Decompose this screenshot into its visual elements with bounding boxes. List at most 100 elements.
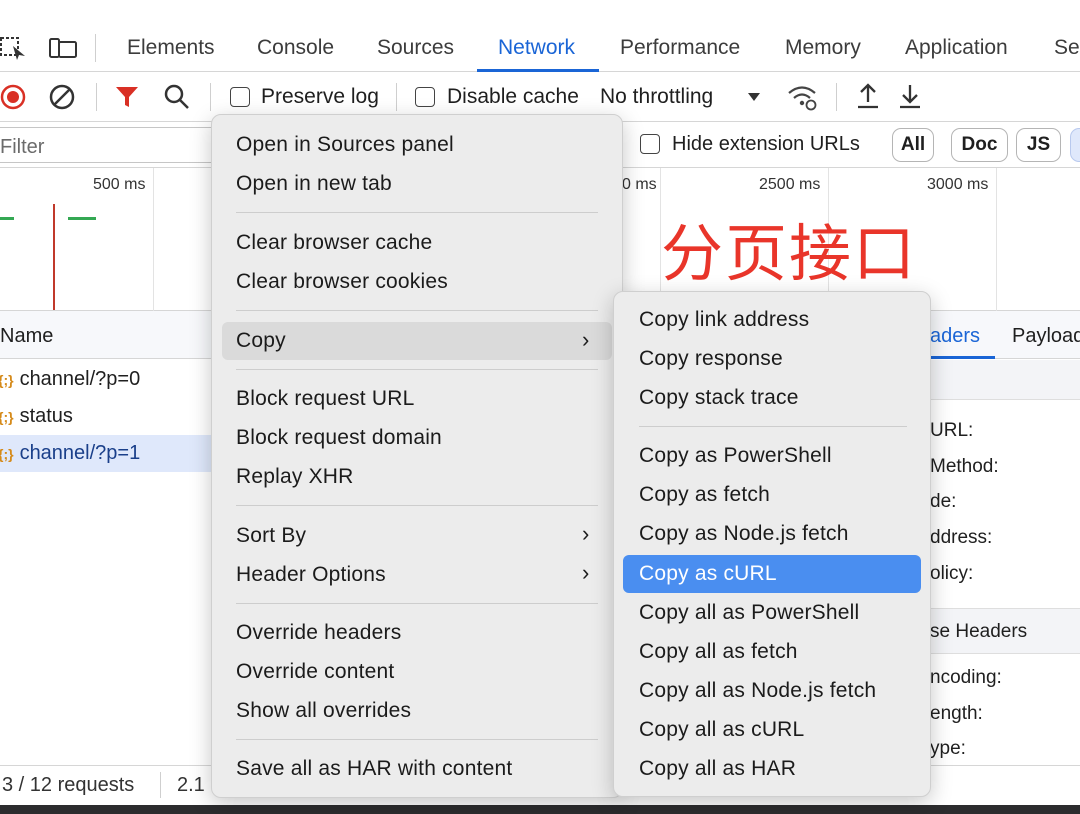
submenu-item-copy-all-har[interactable]: Copy all as HAR [623,751,921,787]
device-toolbar-icon[interactable] [49,36,79,60]
record-icon[interactable] [0,83,28,111]
dropdown-arrow-icon[interactable] [746,90,762,104]
menu-item-open-in-sources[interactable]: Open in Sources panel [222,127,612,163]
header-label: Method: [930,456,999,477]
inspect-element-icon[interactable] [0,36,28,60]
annotation-text: 分页接口 [661,217,918,290]
menu-item-replay-xhr[interactable]: Replay XHR [222,459,612,495]
request-row[interactable]: {;} status [0,398,215,435]
header-label: URL: [930,420,974,441]
menu-item-copy[interactable]: Copy [222,322,612,360]
disable-cache-label: Disable cache [447,85,579,108]
timeline-tick-label: 2500 ms [759,176,821,193]
header-label: ength: [930,703,983,724]
toolbar-divider [96,83,97,111]
header-label: ncoding: [930,667,1002,688]
submenu-item-copy-node-fetch[interactable]: Copy as Node.js fetch [623,516,921,552]
menu-item-override-content[interactable]: Override content [222,654,612,690]
clear-icon[interactable] [48,83,76,111]
tab-application[interactable]: Application [905,24,1008,71]
menu-separator [236,212,598,213]
menu-separator [236,739,598,740]
request-row[interactable]: {;} channel/?p=0 [0,361,215,398]
submenu-item-copy-curl[interactable]: Copy as cURL [623,555,921,593]
menu-item-sort-by[interactable]: Sort By [222,518,612,554]
search-icon[interactable] [163,83,191,111]
chevron-right-icon: › [582,560,590,585]
request-count: 3 / 12 requests [2,774,135,796]
filter-pill-more[interactable] [1070,128,1080,162]
header-label: de: [930,491,957,512]
throttling-select[interactable]: No throttling [600,84,713,110]
disable-cache-checkbox[interactable] [415,87,435,107]
tab-sources[interactable]: Sources [377,24,454,71]
menu-item-clear-cookies[interactable]: Clear browser cookies [222,264,612,300]
submenu-item-copy-link[interactable]: Copy link address [623,302,921,338]
tab-elements[interactable]: Elements [127,24,215,71]
hide-extension-urls-checkbox[interactable] [640,134,660,154]
header-label: ype: [930,738,966,759]
submenu-item-copy-all-fetch[interactable]: Copy all as fetch [623,634,921,670]
menu-item-override-headers[interactable]: Override headers [222,615,612,651]
network-conditions-icon[interactable] [786,82,820,112]
copy-submenu: Copy link address Copy response Copy sta… [613,291,931,797]
tab-performance[interactable]: Performance [620,24,740,71]
preserve-log-checkbox[interactable] [230,87,250,107]
request-name: status [19,405,73,427]
menu-separator [236,603,598,604]
menu-separator [236,369,598,370]
tab-console[interactable]: Console [257,24,334,71]
xhr-icon: {;} [0,372,14,388]
import-har-icon[interactable] [855,82,881,112]
header-label: olicy: [930,563,974,584]
timeline-request-bar [0,217,14,220]
menu-separator [236,505,598,506]
toolbar-divider [210,83,211,111]
status-divider [160,772,161,798]
column-header-name[interactable]: Name [0,325,53,348]
menu-item-open-new-tab[interactable]: Open in new tab [222,166,612,202]
menu-item-block-domain[interactable]: Block request domain [222,420,612,456]
tab-divider [95,34,96,62]
export-har-icon[interactable] [897,82,923,112]
request-row[interactable]: {;} channel/?p=1 [0,435,215,472]
xhr-icon: {;} [0,409,14,425]
timeline-load-marker [53,204,55,310]
timeline-tick-label: 500 ms [93,176,146,193]
details-tab-headers[interactable]: aders [930,325,980,348]
tab-security[interactable]: Se [1054,24,1080,71]
devtools-window: Elements Console Sources Network Perform… [0,0,1080,814]
submenu-item-copy-fetch[interactable]: Copy as fetch [623,477,921,513]
header-label: ddress: [930,527,993,548]
toolbar-divider [396,83,397,111]
submenu-item-copy-stack-trace[interactable]: Copy stack trace [623,380,921,416]
chevron-right-icon: › [582,327,590,352]
menu-item-save-har[interactable]: Save all as HAR with content [222,751,612,787]
timeline-tick-label: 0 ms [622,176,657,193]
filter-icon[interactable] [114,83,140,111]
tab-network[interactable]: Network [498,24,575,71]
general-section-header [930,360,1080,400]
timeline-gridline [996,168,997,311]
submenu-item-copy-response[interactable]: Copy response [623,341,921,377]
submenu-item-copy-powershell[interactable]: Copy as PowerShell [623,438,921,474]
menu-separator [236,310,598,311]
preserve-log-label: Preserve log [261,85,379,108]
filter-pill-all[interactable]: All [892,128,934,162]
filter-pill-doc[interactable]: Doc [951,128,1008,162]
filter-pill-js[interactable]: JS [1016,128,1061,162]
menu-item-block-url[interactable]: Block request URL [222,381,612,417]
filter-placeholder: Filter [0,136,45,158]
response-headers-title: se Headers [930,621,1028,642]
details-tab-payload[interactable]: Payload [1012,325,1080,348]
active-details-tab-indicator [930,356,995,359]
submenu-item-copy-all-powershell[interactable]: Copy all as PowerShell [623,595,921,631]
toolbar-divider [836,83,837,111]
menu-separator [639,426,907,427]
menu-item-show-overrides[interactable]: Show all overrides [222,693,612,729]
submenu-item-copy-all-node-fetch[interactable]: Copy all as Node.js fetch [623,673,921,709]
submenu-item-copy-all-curl[interactable]: Copy all as cURL [623,712,921,748]
menu-item-header-options[interactable]: Header Options [222,557,612,593]
tab-memory[interactable]: Memory [785,24,861,71]
menu-item-clear-cache[interactable]: Clear browser cache [222,225,612,261]
